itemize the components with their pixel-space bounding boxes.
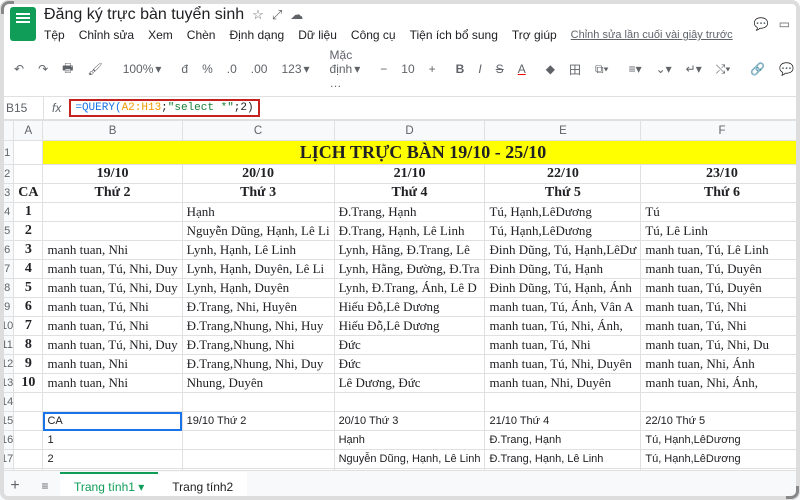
sheet-tab-2[interactable]: Trang tính2 bbox=[158, 472, 247, 500]
strike-button[interactable]: S bbox=[492, 60, 508, 78]
cell: 22/10 Thứ 5 bbox=[641, 412, 800, 431]
spreadsheet-grid[interactable]: ABCDEF1LỊCH TRỰC BÀN 19/10 - 25/10219/10… bbox=[0, 120, 800, 480]
dec-decrease[interactable]: .0 bbox=[223, 60, 241, 78]
star-icon[interactable]: ☆ bbox=[252, 7, 264, 23]
toolbar: ↶ ↷ 🖶 🖌 100% ▾ đ % .0 .00 123▾ Mặc định … bbox=[0, 42, 800, 97]
bold-button[interactable]: B bbox=[452, 60, 469, 78]
font-size[interactable]: 10 bbox=[397, 60, 418, 78]
italic-button[interactable]: I bbox=[474, 60, 485, 78]
undo-button[interactable]: ↶ bbox=[10, 60, 28, 78]
formula-input[interactable]: =QUERY(A2:H13;"select *";2) bbox=[69, 99, 259, 117]
menu-file[interactable]: Tệp bbox=[44, 28, 65, 42]
halign[interactable]: ≡▾ bbox=[625, 60, 646, 78]
font-size-inc[interactable]: + bbox=[425, 60, 440, 78]
sheet-tab-1[interactable]: Trang tính1 ▾ bbox=[60, 472, 158, 500]
cell: 20/10 Thứ 3 bbox=[334, 412, 485, 431]
col-header[interactable]: B bbox=[43, 121, 182, 141]
percent-button[interactable]: % bbox=[198, 60, 217, 78]
menu-help[interactable]: Trợ giúp bbox=[512, 28, 557, 42]
menu-data[interactable]: Dữ liệu bbox=[298, 28, 337, 42]
comment-icon[interactable]: 💬 bbox=[754, 17, 769, 31]
last-edit[interactable]: Chỉnh sửa lần cuối vài giây trước bbox=[571, 29, 733, 41]
more-formats[interactable]: 123▾ bbox=[277, 60, 313, 78]
sheets-logo bbox=[10, 7, 36, 41]
present-icon[interactable]: ▭ bbox=[779, 17, 790, 31]
add-sheet-button[interactable]: + bbox=[0, 477, 30, 495]
paint-format-button[interactable]: 🖌 bbox=[83, 60, 106, 78]
font-size-dec[interactable]: − bbox=[376, 60, 391, 78]
menu-tools[interactable]: Công cụ bbox=[351, 28, 396, 42]
valign[interactable]: ⌄▾ bbox=[652, 60, 676, 78]
menu-insert[interactable]: Chèn bbox=[187, 28, 216, 42]
cloud-icon[interactable]: ☁ bbox=[290, 7, 303, 23]
rotate[interactable]: ⤭▾ bbox=[712, 60, 735, 79]
comment[interactable]: 💬 bbox=[775, 60, 798, 78]
col-header[interactable]: D bbox=[334, 121, 485, 141]
cell: 21/10 Thứ 4 bbox=[485, 412, 641, 431]
move-icon[interactable]: ⤢ bbox=[272, 7, 282, 23]
text-color[interactable]: A bbox=[514, 60, 530, 78]
sheet-tabs-bar: + ≡ Trang tính1 ▾ Trang tính2 bbox=[0, 470, 800, 500]
cell: 19/10 Thứ 2 bbox=[182, 412, 334, 431]
link[interactable]: 🔗 bbox=[746, 60, 769, 78]
fx-icon: fx bbox=[44, 101, 69, 115]
borders[interactable]: 田 bbox=[565, 59, 585, 80]
redo-button[interactable]: ↷ bbox=[34, 60, 52, 78]
dec-increase[interactable]: .00 bbox=[247, 60, 272, 78]
menu-format[interactable]: Định dạng bbox=[229, 28, 284, 42]
wrap[interactable]: ↵▾ bbox=[682, 60, 706, 78]
merge[interactable]: ⧉▾ bbox=[591, 60, 613, 79]
doc-title[interactable]: Đăng ký trực bàn tuyển sinh bbox=[44, 6, 244, 24]
fill-color[interactable]: ◆ bbox=[542, 60, 559, 78]
col-header[interactable]: E bbox=[485, 121, 641, 141]
selected-cell: CA bbox=[43, 412, 182, 431]
currency-button[interactable]: đ bbox=[177, 60, 192, 78]
menu-addons[interactable]: Tiện ích bổ sung bbox=[410, 28, 498, 42]
zoom-select[interactable]: 100% ▾ bbox=[119, 60, 166, 78]
all-sheets-button[interactable]: ≡ bbox=[30, 479, 60, 493]
col-header[interactable]: C bbox=[182, 121, 334, 141]
col-header[interactable]: A bbox=[14, 121, 43, 141]
name-box[interactable]: B15 bbox=[0, 97, 44, 119]
title-banner: LỊCH TRỰC BÀN 19/10 - 25/10 bbox=[43, 141, 800, 165]
col-header[interactable]: F bbox=[641, 121, 800, 141]
menu-edit[interactable]: Chỉnh sửa bbox=[79, 28, 134, 42]
font-select[interactable]: Mặc định … ▾ bbox=[326, 46, 365, 92]
print-button[interactable]: 🖶 bbox=[58, 57, 77, 82]
menu-view[interactable]: Xem bbox=[148, 28, 173, 42]
menu-bar: Tệp Chỉnh sửa Xem Chèn Định dạng Dữ liệu… bbox=[44, 28, 746, 42]
